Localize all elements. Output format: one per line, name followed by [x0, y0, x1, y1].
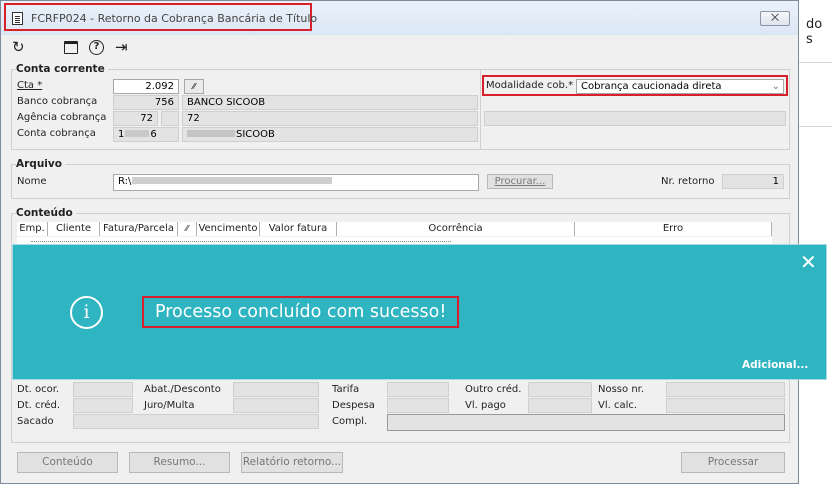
exit-icon[interactable]: ⇥: [115, 39, 128, 55]
compl-label: Compl.: [332, 416, 368, 427]
retorno-cobranca-window: FCRFP024 - Retorno da Cobrança Bancária …: [0, 0, 799, 484]
adicional-link[interactable]: Adicional...: [742, 359, 808, 371]
conta-name-suffix: SICOOB: [236, 129, 275, 140]
blurred-value: [187, 130, 235, 137]
dt-cred-field: [73, 398, 133, 413]
dt-ocor-label: Dt. ocor.: [17, 384, 60, 395]
despesa-field: [387, 398, 449, 413]
tarifa-field: [387, 382, 449, 397]
partially-hidden-row-text: [31, 241, 451, 242]
background-divider: [798, 126, 832, 127]
arquivo-title: Arquivo: [16, 158, 65, 170]
conta-cobranca-name-field: SICOOB: [182, 127, 478, 142]
juro-label: Juro/Multa: [144, 400, 195, 411]
nome-input[interactable]: R:\: [113, 174, 479, 191]
abat-label: Abat./Desconto: [144, 384, 221, 395]
info-icon: i: [70, 296, 103, 329]
column-header-vencimento[interactable]: Vencimento: [197, 222, 260, 236]
calendar-icon[interactable]: [64, 41, 78, 54]
column-header-ocorrencia[interactable]: Ocorrência: [337, 222, 575, 236]
nr-retorno-field: 1: [722, 174, 784, 189]
resumo-button[interactable]: Resumo...: [129, 452, 230, 473]
conteudo-button[interactable]: Conteúdo: [17, 452, 118, 473]
conta-cobranca-label: Conta cobrança: [17, 128, 96, 139]
agencia-label: Agência cobrança: [17, 112, 107, 123]
agencia-digit-field: [161, 111, 179, 126]
refresh-icon[interactable]: ↻: [12, 39, 25, 55]
column-header-emp[interactable]: Emp.: [17, 222, 48, 236]
cta-lookup-button[interactable]: ⁄⁄: [184, 79, 204, 94]
nome-label: Nome: [17, 176, 47, 187]
conta-corrente-title: Conta corrente: [16, 63, 108, 75]
success-notification: ✕ i Processo concluído com sucesso! Adic…: [12, 244, 827, 380]
nr-retorno-label: Nr. retorno: [661, 176, 715, 187]
tarifa-label: Tarifa: [332, 384, 360, 395]
outro-cred-label: Outro créd.: [465, 384, 522, 395]
conta-cobranca-code-field: 16: [113, 127, 179, 142]
document-icon: [12, 12, 23, 25]
despesa-label: Despesa: [332, 400, 375, 411]
sacado-field: [73, 414, 319, 429]
outro-cred-field: [528, 382, 592, 397]
column-header-fatura[interactable]: Fatura/Parcela: [100, 222, 178, 236]
conta-code-prefix: 1: [118, 129, 125, 140]
banco-code-field: 756: [113, 95, 179, 110]
banco-name-field: BANCO SICOOB: [182, 95, 478, 110]
blurred-value: [132, 177, 333, 184]
vl-calc-field: [666, 398, 785, 413]
cta-input[interactable]: 2.092: [113, 79, 179, 94]
conta-code-suffix: 6: [150, 129, 157, 140]
background-text: do s: [806, 17, 823, 47]
abat-field: [233, 382, 319, 397]
modalidade-detail-field: [484, 111, 786, 126]
background-divider: [798, 62, 832, 63]
nome-prefix: R:\: [118, 176, 132, 187]
vl-pago-label: Vl. pago: [465, 400, 506, 411]
agencia-name-field: 72: [182, 111, 478, 126]
dt-cred-label: Dt. créd.: [17, 400, 61, 411]
cta-label: Cta *: [17, 80, 43, 91]
sacado-label: Sacado: [17, 416, 54, 427]
dt-ocor-field: [73, 382, 133, 397]
relatorio-retorno-button[interactable]: Relatório retorno...: [241, 452, 343, 473]
modalidade-highlight: [482, 75, 788, 96]
success-message: Processo concluído com sucesso!: [142, 296, 460, 328]
blurred-value: [125, 130, 150, 137]
compl-field: [387, 414, 785, 431]
title-bar: FCRFP024 - Retorno da Cobrança Bancária …: [1, 1, 798, 35]
banco-label: Banco cobrança: [17, 96, 98, 107]
nosso-nr-field: [666, 382, 785, 397]
juro-field: [233, 398, 319, 413]
vl-pago-field: [528, 398, 592, 413]
column-header-erro[interactable]: Erro: [575, 222, 772, 236]
conteudo-title: Conteúdo: [16, 207, 76, 219]
agencia-code-field: 72: [113, 111, 158, 126]
column-header-valor[interactable]: Valor fatura: [260, 222, 337, 236]
vl-calc-label: Vl. calc.: [598, 400, 638, 411]
processar-button[interactable]: Processar: [681, 452, 785, 473]
column-header-cliente[interactable]: Cliente: [48, 222, 100, 236]
nosso-nr-label: Nosso nr.: [598, 384, 645, 395]
column-header-parcela-sort[interactable]: ⁄⁄: [178, 222, 197, 236]
close-icon[interactable]: ✕: [800, 250, 817, 274]
help-icon[interactable]: ?: [89, 40, 104, 55]
screen: do s FCRFP024 - Retorno da Cobrança Banc…: [0, 0, 832, 488]
procurar-button[interactable]: Procurar...: [487, 174, 553, 189]
close-window-button[interactable]: ⨉: [760, 11, 790, 26]
window-title: FCRFP024 - Retorno da Cobrança Bancária …: [31, 12, 318, 25]
